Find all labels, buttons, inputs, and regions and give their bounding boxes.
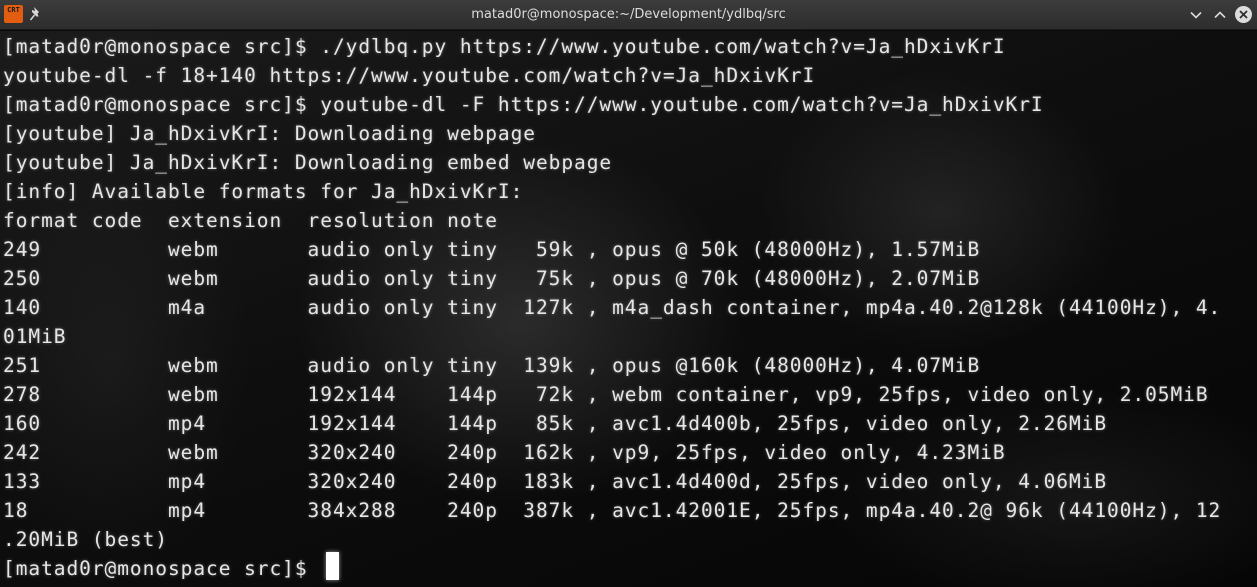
- close-button[interactable]: [1235, 6, 1252, 23]
- terminal-prompt[interactable]: [matad0r@monospace src]$: [3, 554, 320, 583]
- chevron-up-icon[interactable]: [1212, 7, 1228, 23]
- terminal-line: 18 mp4 384x288 240p 387k , avc1.42001E, …: [3, 499, 1222, 522]
- window-title: matad0r@monospace:~/Development/ydlbq/sr…: [471, 7, 786, 22]
- title-bar[interactable]: CRT matad0r@monospace:~/Development/ydlb…: [0, 0, 1257, 30]
- terminal-line: format code extension resolution note: [3, 209, 498, 232]
- terminal-window: CRT matad0r@monospace:~/Development/ydlb…: [0, 0, 1257, 587]
- terminal-line: [matad0r@monospace src]$ ./ydlbq.py http…: [3, 35, 1006, 58]
- terminal-line: [info] Available formats for Ja_hDxivKrI…: [3, 180, 524, 203]
- terminal-line: 250 webm audio only tiny 75k , opus @ 70…: [3, 267, 981, 290]
- terminal-line: youtube-dl -f 18+140 https://www.youtube…: [3, 64, 816, 87]
- terminal-line: 140 m4a audio only tiny 127k , m4a_dash …: [3, 296, 1222, 319]
- terminal-line: [youtube] Ja_hDxivKrI: Downloading embed…: [3, 151, 613, 174]
- text-cursor: [326, 552, 339, 580]
- chevron-down-icon[interactable]: [1188, 7, 1204, 23]
- terminal-line: [matad0r@monospace src]$ youtube-dl -F h…: [3, 93, 1044, 116]
- close-icon: [1239, 10, 1248, 19]
- terminal-line: 251 webm audio only tiny 139k , opus @16…: [3, 354, 981, 377]
- terminal-line: 133 mp4 320x240 240p 183k , avc1.4d400d,…: [3, 470, 1108, 493]
- terminal-line: 160 mp4 192x144 144p 85k , avc1.4d400b, …: [3, 412, 1108, 435]
- terminal-line: 249 webm audio only tiny 59k , opus @ 50…: [3, 238, 981, 261]
- terminal-line: [youtube] Ja_hDxivKrI: Downloading webpa…: [3, 122, 536, 145]
- terminal-output[interactable]: [matad0r@monospace src]$ ./ydlbq.py http…: [0, 31, 1257, 587]
- terminal-line: .20MiB (best): [3, 528, 168, 551]
- terminal-line: 278 webm 192x144 144p 72k , webm contain…: [3, 383, 1209, 406]
- terminal-line: 01MiB: [3, 325, 67, 348]
- terminal-line: 242 webm 320x240 240p 162k , vp9, 25fps,…: [3, 441, 1006, 464]
